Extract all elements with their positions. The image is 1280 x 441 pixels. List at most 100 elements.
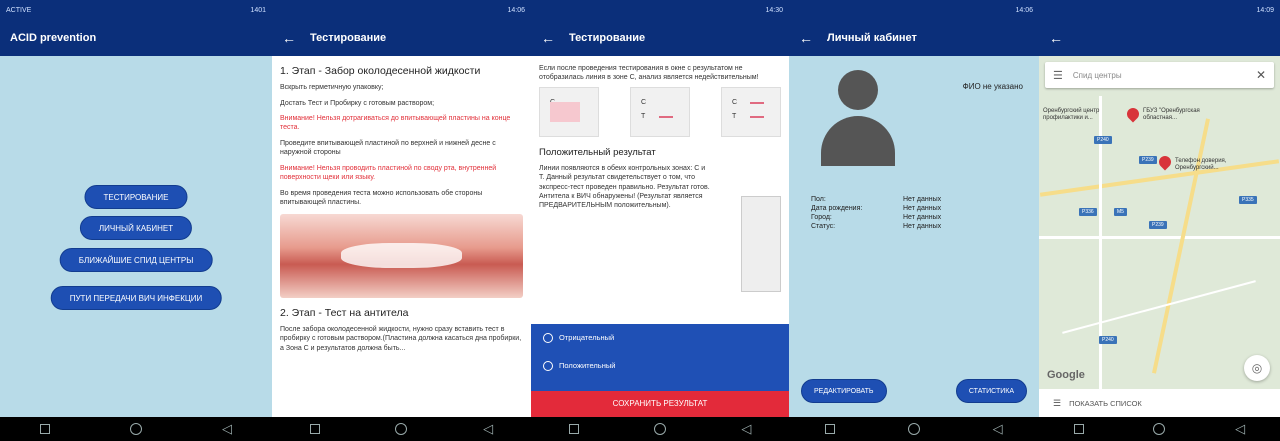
home-icon[interactable] — [395, 423, 408, 435]
test-kit-image — [741, 196, 781, 292]
profile-value: Нет данных — [903, 214, 942, 221]
step1-heading: 1. Этап - Забор околодесенной жидкости — [280, 65, 481, 77]
profile-info: Пол: Нет данных Дата рождения: Нет данны… — [811, 196, 1029, 232]
page-title: Тестирование — [310, 32, 387, 44]
warning-text: Внимание! Нельзя проводить пластиной по … — [280, 164, 497, 182]
map-pin-icon[interactable] — [1156, 153, 1174, 171]
menu-icon[interactable]: ☰ — [1053, 69, 1063, 82]
status-time: 14:06 — [1015, 6, 1033, 14]
testing-button[interactable]: ТЕСТИРОВАНИЕ — [84, 185, 188, 209]
status-bar: 14:06 — [789, 0, 1039, 20]
system-navbar: ◁ — [531, 417, 789, 441]
map-pin-label: Телефон доверия, Оренбургский... — [1175, 158, 1227, 172]
back-triangle-icon[interactable]: ◁ — [483, 421, 493, 437]
map-pin-label: ГБУЗ "Оренбургская областная... — [1143, 108, 1200, 122]
hiv-transmission-button[interactable]: ПУТИ ПЕРЕДАЧИ ВИЧ ИНФЕКЦИИ — [50, 286, 222, 310]
system-navbar: ◁ — [1039, 417, 1280, 441]
app-bar: ← Личный кабинет — [789, 20, 1039, 56]
result-selection-panel: Отрицательный Положительный СОХРАНИТЬ РЕ… — [531, 324, 789, 417]
avatar — [821, 70, 895, 170]
recents-icon[interactable] — [568, 424, 579, 434]
road-shield: P240 — [1094, 136, 1112, 144]
intro-text: Если после проведения тестирования в окн… — [539, 65, 759, 82]
back-arrow-icon[interactable]: ← — [282, 30, 296, 46]
screen-map: 14:09 ← P240 P239 P336 M5 P239 P335 P240… — [1039, 0, 1280, 441]
profile-value: Нет данных — [903, 223, 942, 230]
road-shield: P239 — [1139, 156, 1157, 164]
profile-value: Нет данных — [903, 196, 942, 203]
back-triangle-icon[interactable]: ◁ — [1235, 421, 1245, 437]
back-arrow-icon[interactable]: ← — [541, 30, 555, 46]
test-strips: C T C T C T — [531, 86, 789, 137]
back-triangle-icon[interactable]: ◁ — [222, 421, 232, 437]
test-strip-image: C T — [721, 86, 781, 137]
back-arrow-icon[interactable]: ← — [1049, 30, 1063, 46]
my-location-icon[interactable]: ◎ — [1244, 355, 1270, 381]
radio-circle-icon[interactable] — [543, 333, 553, 344]
screen-home: ACTIVE 1401 ACID prevention ТЕСТИРОВАНИЕ… — [0, 0, 272, 441]
app-bar: ACID prevention — [0, 20, 272, 56]
profile-key: Пол: — [811, 196, 826, 203]
instruction-text: Проведите впитывающей пластиной по верхн… — [280, 139, 496, 157]
profile-value: Нет данных — [903, 205, 942, 212]
recents-icon[interactable] — [825, 424, 836, 434]
negative-radio[interactable]: Отрицательный — [531, 324, 789, 352]
system-navbar: ◁ — [0, 417, 272, 441]
instruction-text: После забора околодесенной жидкости, нуж… — [280, 325, 522, 352]
nearest-centers-button[interactable]: БЛИЖАЙШИЕ СПИД ЦЕНТРЫ — [59, 248, 213, 272]
radio-circle-icon[interactable] — [543, 361, 553, 372]
map-pin-label: Оренбургский центр профилактики и... — [1043, 108, 1100, 122]
statistics-button[interactable]: СТАТИСТИКА — [955, 379, 1027, 403]
show-list-label: ПОКАЗАТЬ СПИСОК — [1069, 398, 1142, 408]
account-content: ФИО не указано Пол: Нет данных Дата рожд… — [789, 56, 1039, 417]
steps-content[interactable]: 1. Этап - Забор околодесенной жидкости В… — [272, 56, 531, 417]
home-icon[interactable] — [1153, 423, 1166, 435]
home-icon[interactable] — [907, 423, 920, 435]
test-strip-image: C T — [539, 86, 599, 137]
back-triangle-icon[interactable]: ◁ — [741, 421, 751, 437]
recents-icon[interactable] — [40, 424, 50, 434]
home-icon[interactable] — [130, 423, 142, 435]
positive-label: Положительный — [559, 361, 616, 371]
page-title: Тестирование — [569, 32, 646, 44]
road-shield: M5 — [1114, 208, 1127, 216]
map-view[interactable]: P240 P239 P336 M5 P239 P335 P240 Оренбур… — [1039, 56, 1280, 417]
app-bar: ← — [1039, 20, 1280, 56]
recents-icon[interactable] — [309, 424, 320, 434]
step2-heading: 2. Этап - Тест на антитела — [280, 306, 409, 319]
search-input[interactable]: Спид центры — [1073, 71, 1122, 80]
status-bar: ACTIVE 1401 — [0, 0, 272, 20]
strip-t-label: T — [641, 112, 646, 120]
status-bar: 14:30 — [531, 0, 789, 20]
home-body: ТЕСТИРОВАНИЕ ЛИЧНЫЙ КАБИНЕТ БЛИЖАЙШИЕ СП… — [0, 56, 272, 417]
show-list-button[interactable]: ☰ ПОКАЗАТЬ СПИСОК — [1039, 389, 1280, 417]
positive-text: Линии появляются в обеих контрольных зон… — [539, 164, 710, 210]
map-road — [1062, 280, 1256, 334]
page-title: Личный кабинет — [827, 32, 917, 44]
instruction-text: Достать Тест и Пробирку с готовым раство… — [280, 99, 435, 107]
account-button[interactable]: ЛИЧНЫЙ КАБИНЕТ — [79, 216, 193, 240]
recents-icon[interactable] — [1073, 424, 1084, 434]
status-time: 14:30 — [765, 6, 783, 14]
profile-row: Статус: Нет данных — [811, 223, 1029, 230]
profile-key: Статус: — [811, 223, 836, 230]
close-icon[interactable]: ✕ — [1256, 68, 1266, 82]
profile-row: Дата рождения: Нет данных — [811, 205, 1029, 212]
positive-radio[interactable]: Положительный — [531, 352, 789, 380]
edit-button[interactable]: РЕДАКТИРОВАТЬ — [801, 379, 887, 403]
road-shield: P335 — [1239, 196, 1257, 204]
strip-t-label: T — [732, 112, 737, 120]
search-bar[interactable]: ☰ Спид центры ✕ — [1045, 62, 1274, 88]
test-strip-image: C T — [630, 86, 690, 137]
result-content: Если после проведения тестирования в окн… — [531, 56, 789, 417]
map-pin-icon[interactable] — [1124, 105, 1142, 123]
save-result-button[interactable]: СОХРАНИТЬ РЕЗУЛЬТАТ — [531, 391, 789, 417]
back-triangle-icon[interactable]: ◁ — [993, 421, 1003, 437]
strip-line — [659, 115, 673, 118]
back-arrow-icon[interactable]: ← — [799, 30, 813, 46]
road-shield: P336 — [1079, 208, 1097, 216]
strip-line — [750, 101, 764, 104]
app-bar: ← Тестирование — [272, 20, 531, 56]
home-icon[interactable] — [653, 423, 666, 435]
screen-test-result: 14:30 ← Тестирование Если после проведен… — [531, 0, 789, 441]
